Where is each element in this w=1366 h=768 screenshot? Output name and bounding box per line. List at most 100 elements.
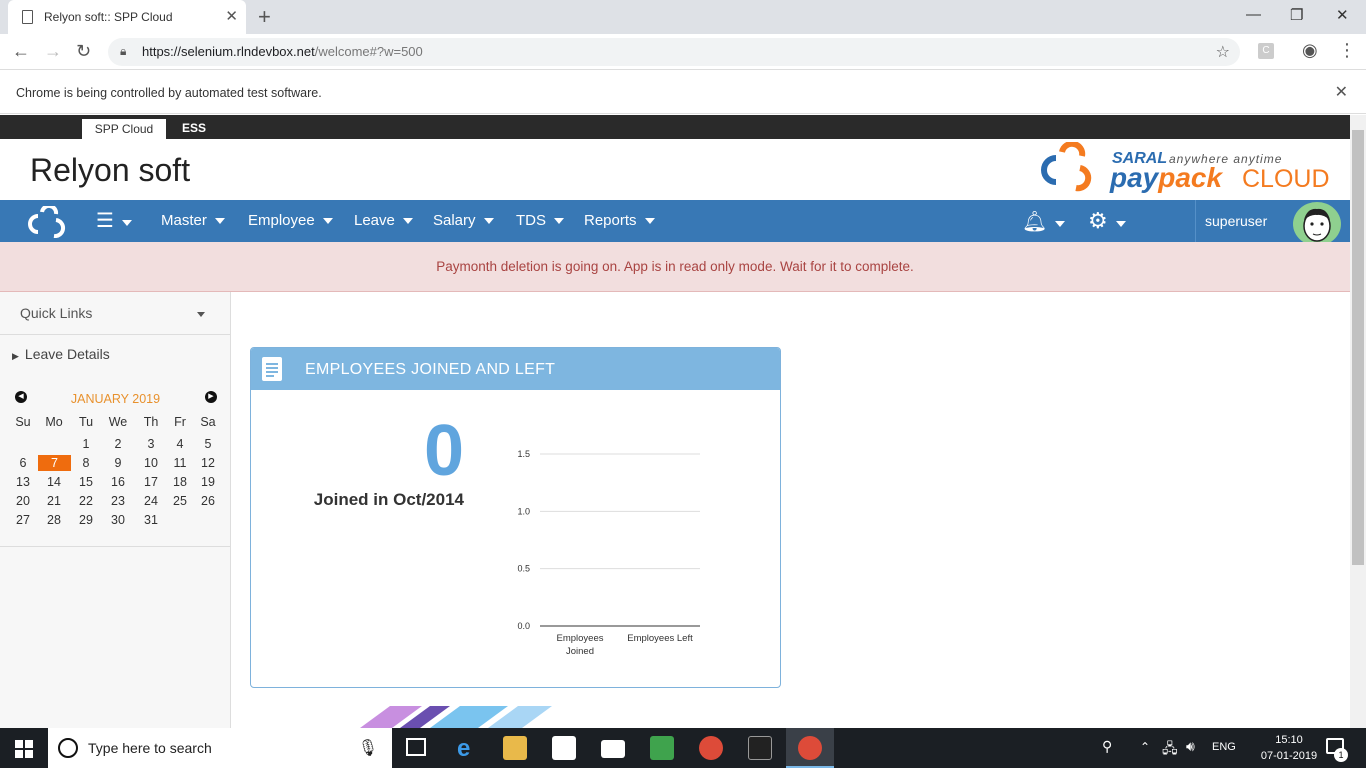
avatar[interactable] xyxy=(1293,202,1341,246)
bell-icon: 🔔︎ xyxy=(1022,211,1048,233)
taskbar-search-box[interactable]: Type here to search 🎙︎ xyxy=(48,728,392,768)
tab-spp-cloud[interactable]: SPP Cloud xyxy=(82,119,166,139)
calendar-day[interactable]: 1 xyxy=(71,436,101,452)
calendar-day[interactable]: 16 xyxy=(103,474,133,490)
close-window-button[interactable]: ✕ xyxy=(1336,6,1349,24)
calendar-day[interactable]: 4 xyxy=(165,436,195,452)
calendar-day[interactable]: 15 xyxy=(71,474,101,490)
profile-icon[interactable]: ◉ xyxy=(1302,40,1318,61)
back-icon[interactable]: ← xyxy=(12,41,30,62)
calendar-day[interactable]: 11 xyxy=(165,455,195,471)
edge-icon[interactable]: e xyxy=(457,735,470,763)
extension-icon[interactable]: C xyxy=(1258,43,1274,59)
calendar-day[interactable]: 6 xyxy=(8,455,38,471)
calendar-day[interactable]: 9 xyxy=(103,455,133,471)
joined-label: Joined in Oct/2014 xyxy=(313,490,464,509)
clock-date: 07-01-2019 xyxy=(1260,750,1318,762)
card-title: EMPLOYEES JOINED AND LEFT xyxy=(305,361,556,378)
scrollbar-thumb[interactable] xyxy=(1352,130,1364,565)
calendar-day[interactable]: 5 xyxy=(193,436,223,452)
task-view-icon[interactable] xyxy=(406,738,426,756)
joined-left-bar-chart: 0.0 0.5 1.0 1.5 Employees Joined Employees Lef… xyxy=(517,449,700,657)
network-icon[interactable]: 🖧︎ xyxy=(1162,738,1178,762)
username[interactable]: superuser xyxy=(1205,213,1267,229)
nav-master[interactable]: Master xyxy=(161,212,225,229)
calendar-next-icon[interactable]: ▶ xyxy=(205,391,217,403)
calendar-day[interactable]: 21 xyxy=(39,493,69,509)
calendar-day[interactable]: 18 xyxy=(165,474,195,490)
chrome-menu-icon[interactable]: ⋮ xyxy=(1338,40,1356,61)
calendar-day[interactable]: 2 xyxy=(103,436,133,452)
calendar-day[interactable]: 29 xyxy=(71,512,101,528)
tray-chevron-icon[interactable]: ⌃ xyxy=(1140,740,1150,754)
calendar-day[interactable]: 14 xyxy=(39,474,69,490)
volume-icon[interactable]: 🔊︎ xyxy=(1186,738,1195,755)
calendar-day[interactable]: 26 xyxy=(193,493,223,509)
expand-triangle-icon: ▶ xyxy=(12,351,19,361)
taskbar-clock[interactable]: 15:10 07-01-2019 xyxy=(1260,732,1318,764)
chrome-icon[interactable] xyxy=(699,736,723,760)
infobar-message: Chrome is being controlled by automated … xyxy=(16,86,322,100)
calendar-day[interactable]: 24 xyxy=(136,493,166,509)
calendar-day[interactable]: 3 xyxy=(136,436,166,452)
calendar-day-today[interactable]: 7 xyxy=(38,455,71,471)
nav-salary[interactable]: Salary xyxy=(433,212,494,229)
calendar-day[interactable]: 17 xyxy=(136,474,166,490)
nav-salary-label: Salary xyxy=(433,212,476,229)
calendar-day[interactable]: 30 xyxy=(103,512,133,528)
language-indicator[interactable]: ENG xyxy=(1212,741,1236,753)
bookmark-star-icon[interactable]: ☆ xyxy=(1216,42,1230,62)
new-tab-button[interactable]: + xyxy=(258,4,271,30)
quick-links-toggle[interactable]: Quick Links xyxy=(20,305,92,321)
close-tab-icon[interactable]: ✕ xyxy=(225,7,238,25)
calendar-weekday: Th xyxy=(143,415,159,429)
quick-links-caret-icon[interactable] xyxy=(197,312,205,317)
nav-leave[interactable]: Leave xyxy=(354,212,413,229)
url-host: https://selenium.rlndevbox.net xyxy=(142,44,315,59)
mail-icon[interactable] xyxy=(601,740,625,758)
nav-tds[interactable]: TDS xyxy=(516,212,564,229)
clock-time: 15:10 xyxy=(1275,734,1303,746)
nav-reports[interactable]: Reports xyxy=(584,212,655,229)
microphone-icon[interactable]: 🎙︎ xyxy=(358,738,378,758)
search-placeholder: Type here to search xyxy=(88,740,212,756)
calendar-day[interactable]: 31 xyxy=(136,512,166,528)
calendar-day[interactable]: 20 xyxy=(8,493,38,509)
nav-master-label: Master xyxy=(161,212,207,229)
file-explorer-icon[interactable] xyxy=(503,736,527,760)
notepad-icon[interactable] xyxy=(650,736,674,760)
home-logo-icon[interactable] xyxy=(24,206,72,238)
read-only-alert: Paymonth deletion is going on. App is in… xyxy=(0,242,1350,292)
calendar-day[interactable]: 25 xyxy=(165,493,195,509)
nav-employee[interactable]: Employee xyxy=(248,212,333,229)
calendar-day[interactable]: 28 xyxy=(39,512,69,528)
calendar-day[interactable]: 22 xyxy=(71,493,101,509)
notifications-button[interactable]: 🔔︎ xyxy=(1022,209,1066,234)
calendar-day[interactable]: 10 xyxy=(136,455,166,471)
calendar-day[interactable]: 27 xyxy=(8,512,38,528)
calendar-day[interactable]: 13 xyxy=(8,474,38,490)
terminal-icon[interactable] xyxy=(748,736,772,760)
cortana-icon xyxy=(58,738,78,758)
minimize-button[interactable]: — xyxy=(1246,6,1261,23)
chrome-active-icon[interactable] xyxy=(798,736,822,760)
windows-start-icon[interactable] xyxy=(15,740,33,758)
url-field[interactable]: 🔒︎ https://selenium.rlndevbox.net/welcom… xyxy=(108,38,1240,66)
forward-icon[interactable]: → xyxy=(44,41,62,62)
user-avatar-icon xyxy=(1303,208,1331,242)
tab-ess[interactable]: ESS xyxy=(182,121,206,135)
leave-details-link[interactable]: ▶ Leave Details xyxy=(12,346,110,362)
restore-button[interactable]: ❐ xyxy=(1290,6,1303,24)
store-icon[interactable] xyxy=(552,736,576,760)
settings-button[interactable]: ⚙ xyxy=(1088,208,1126,234)
infobar-close-icon[interactable]: ✕ xyxy=(1335,82,1348,102)
reload-icon[interactable]: ↻ xyxy=(76,41,91,62)
calendar-day[interactable]: 8 xyxy=(71,455,101,471)
browser-tab[interactable]: Relyon soft:: SPP Cloud ✕ xyxy=(8,0,246,34)
people-icon[interactable]: ⚲ xyxy=(1102,738,1112,755)
calendar-day[interactable]: 12 xyxy=(193,455,223,471)
calendar-day[interactable]: 19 xyxy=(193,474,223,490)
leave-details-label: Leave Details xyxy=(24,346,110,362)
hamburger-menu-button[interactable]: ☰ xyxy=(96,211,132,232)
calendar-day[interactable]: 23 xyxy=(103,493,133,509)
